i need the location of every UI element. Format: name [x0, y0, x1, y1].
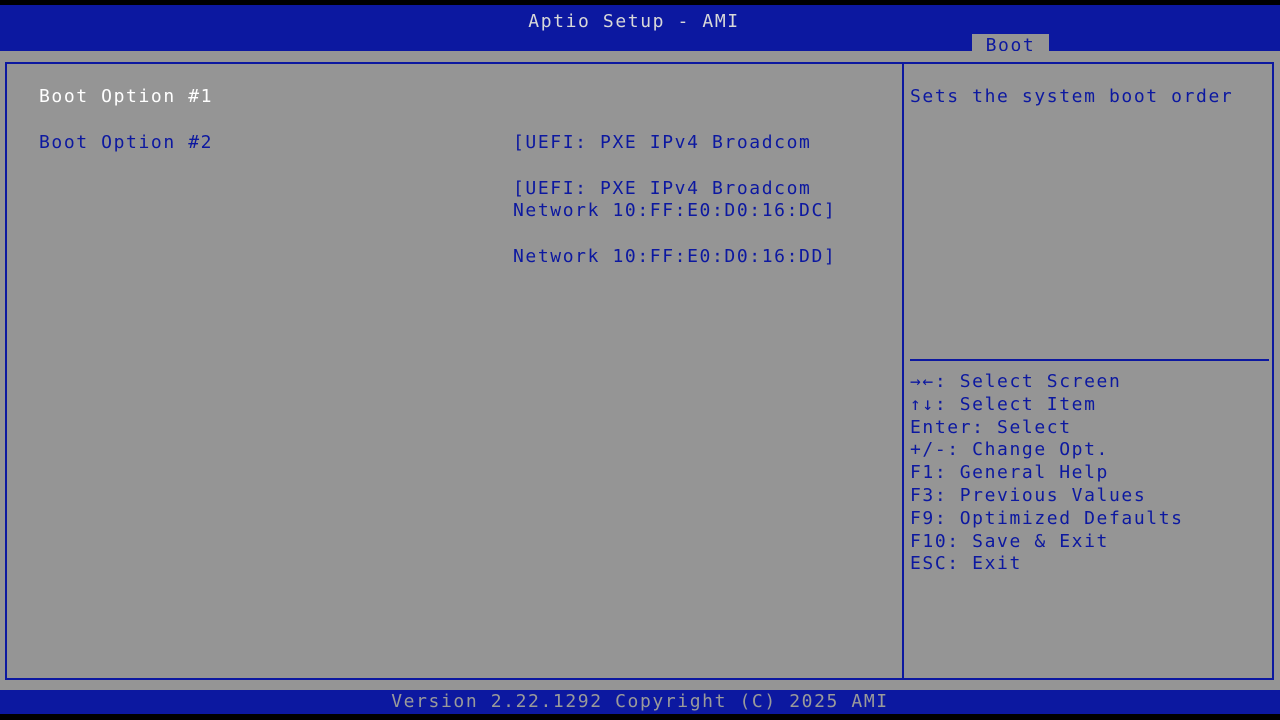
boot-option-2-label[interactable]: Boot Option #2 — [39, 132, 213, 154]
vertical-divider — [902, 64, 904, 678]
key-legend-item: →←: Select Screen — [910, 371, 1122, 392]
title-bar: Aptio Setup - AMI Boot — [0, 5, 1280, 57]
key-legend: →←: Select Screen ↑↓: Select Item Enter:… — [910, 371, 1184, 576]
boot-option-2-value[interactable]: [UEFI: PXE IPv4 Broadcom Network 10:FF:E… — [513, 132, 836, 314]
footer-bar: Version 2.22.1292 Copyright (C) 2025 AMI — [0, 690, 1280, 714]
help-description: Sets the system boot order — [910, 86, 1234, 107]
key-legend-item: Enter: Select — [910, 416, 1072, 438]
help-divider — [910, 359, 1269, 361]
main-panel: Boot Option #1 [UEFI: PXE IPv4 Broadcom … — [0, 51, 1280, 690]
key-legend-item: ↑↓: Select Item — [910, 393, 1097, 415]
boot-option-1-label[interactable]: Boot Option #1 — [39, 86, 213, 108]
boot-option-2-value-line1: [UEFI: PXE IPv4 Broadcom — [513, 177, 812, 199]
key-legend-item: +/-: Change Opt. — [910, 439, 1109, 461]
key-legend-item: F3: Previous Values — [910, 484, 1147, 506]
key-legend-item: F9: Optimized Defaults — [910, 507, 1184, 529]
version-text: Version 2.22.1292 Copyright (C) 2025 AMI — [391, 691, 889, 712]
key-legend-item: ESC: Exit — [910, 553, 1022, 575]
setup-frame: Boot Option #1 [UEFI: PXE IPv4 Broadcom … — [5, 62, 1274, 680]
key-legend-item: F1: General Help — [910, 462, 1109, 484]
boot-option-2-value-line2: Network 10:FF:E0:D0:16:DD] — [513, 245, 837, 267]
app-title: Aptio Setup - AMI — [528, 11, 740, 32]
key-legend-item: F10: Save & Exit — [910, 530, 1109, 552]
